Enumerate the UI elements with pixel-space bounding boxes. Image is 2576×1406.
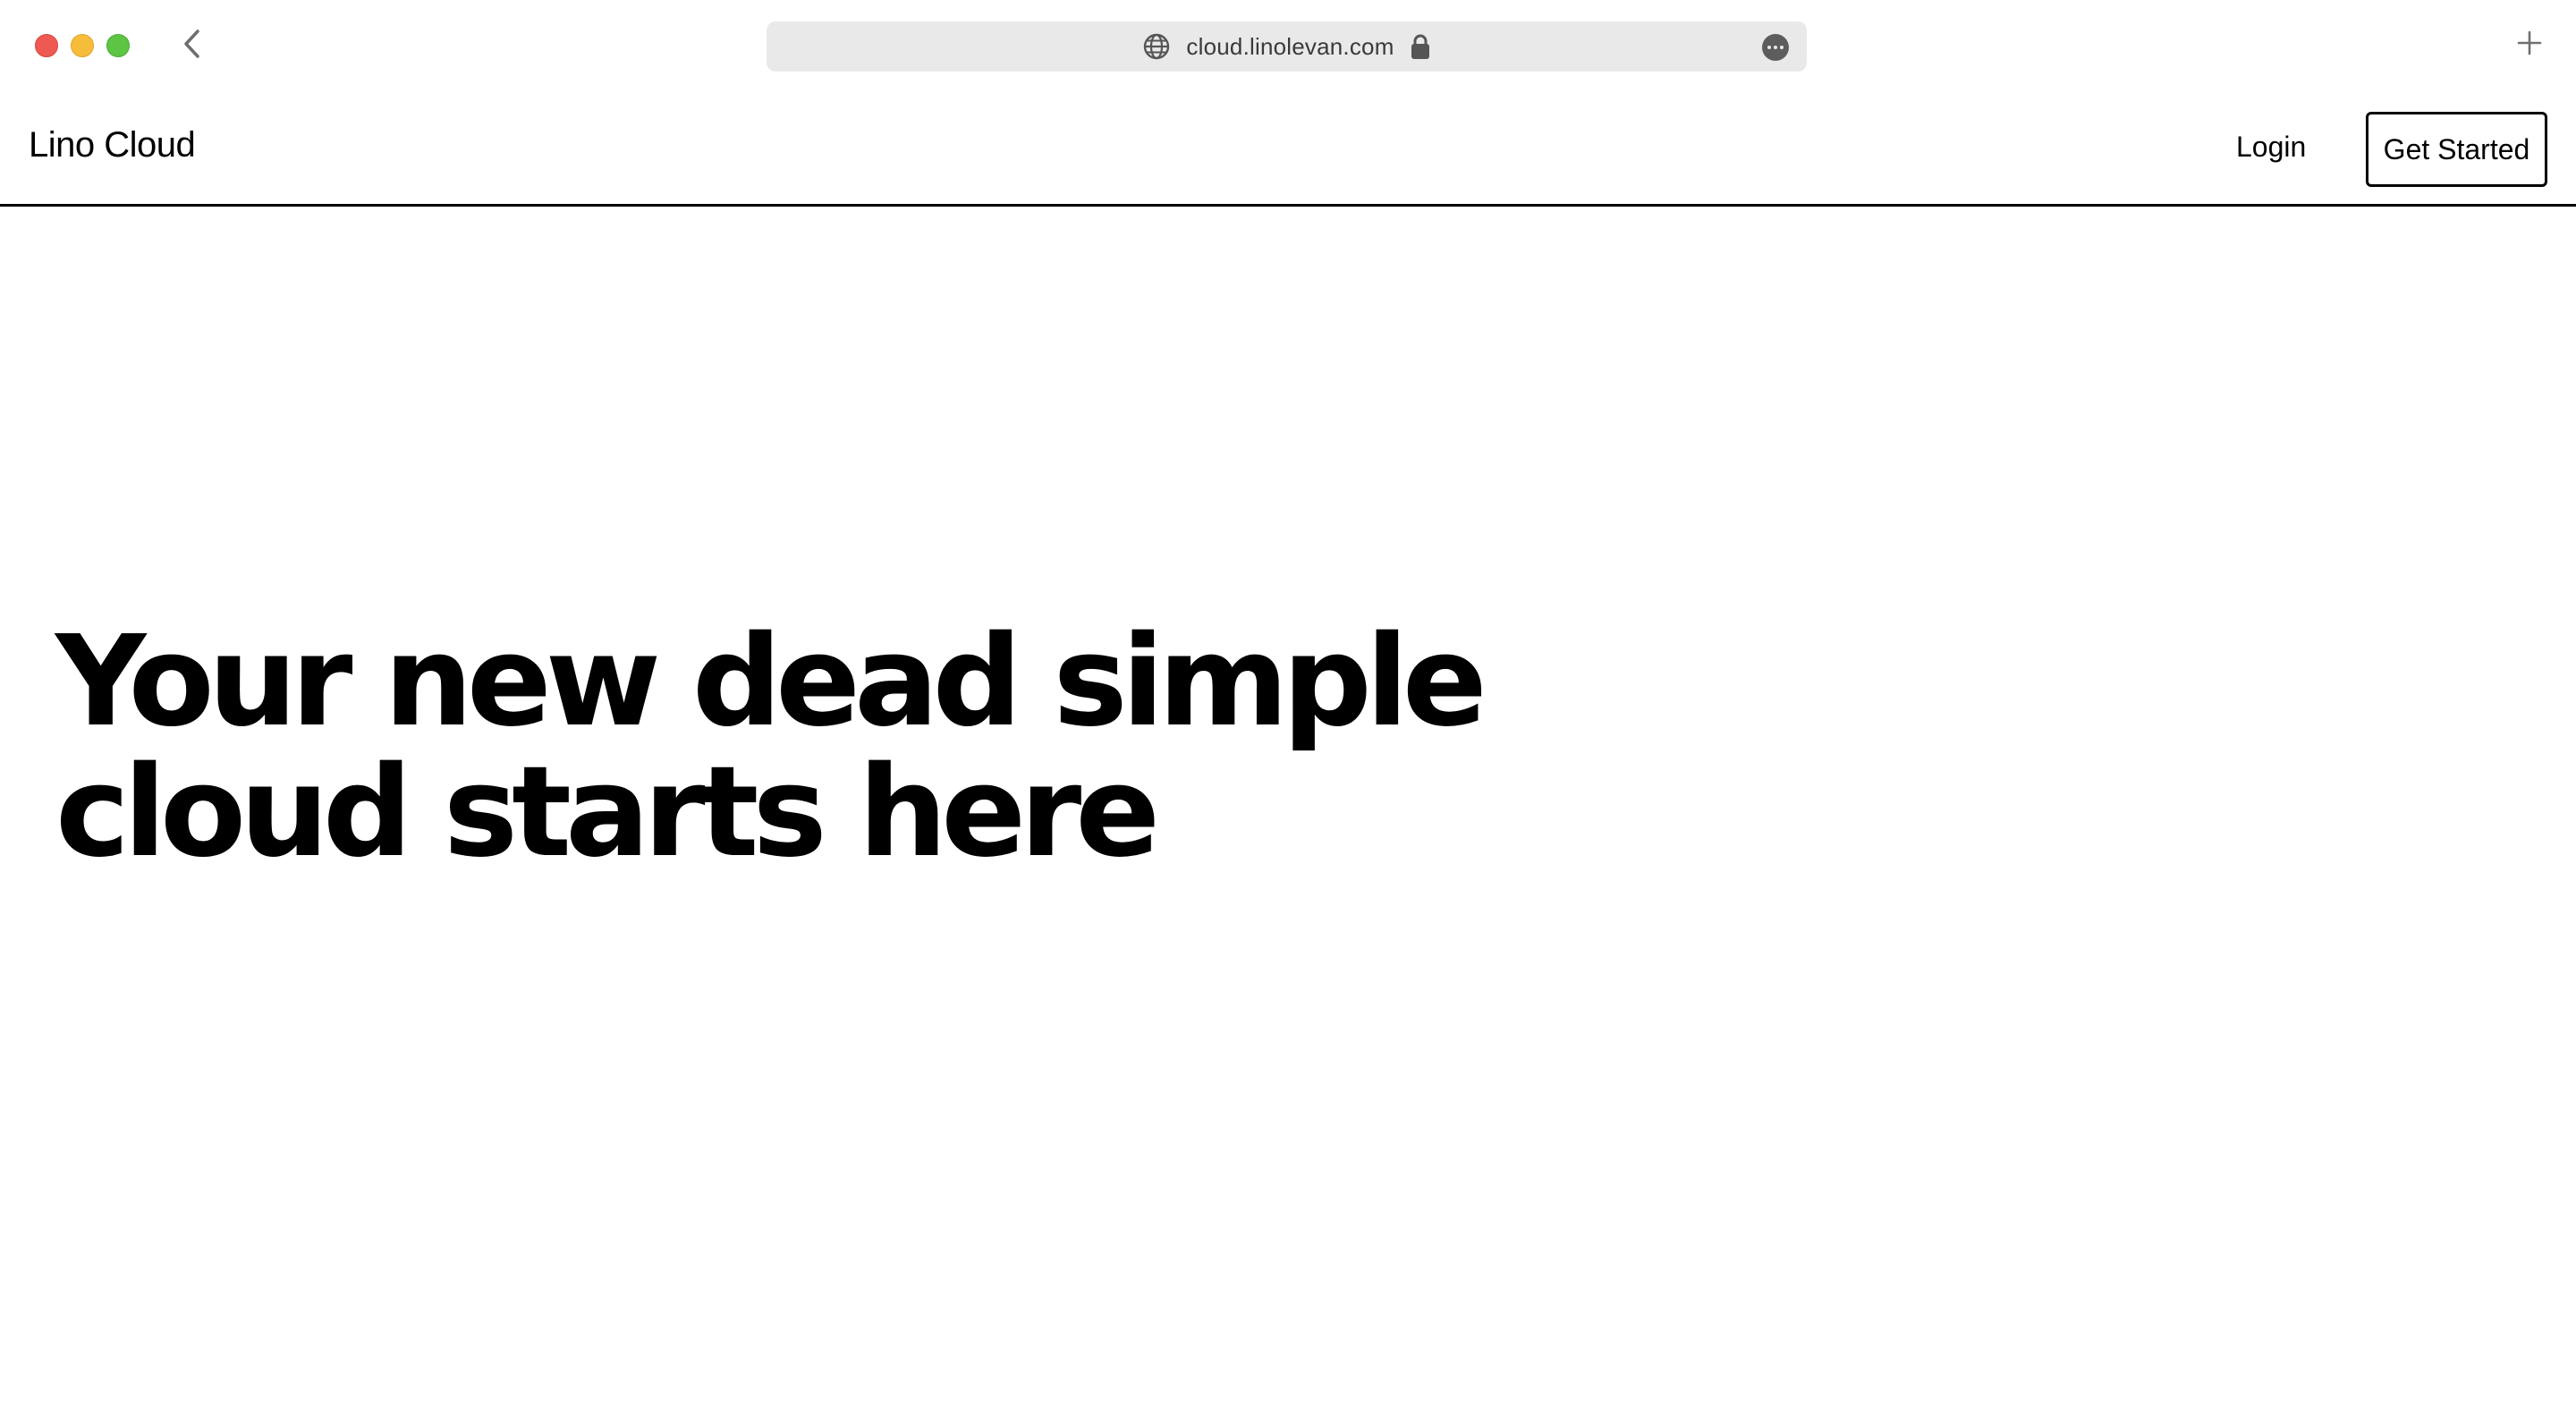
hero-title-line-1: Your new dead simple xyxy=(55,609,1487,755)
window-minimize-button[interactable] xyxy=(71,34,94,57)
browser-toolbar: cloud.linolevan.com xyxy=(0,0,2576,91)
hero-title: Your new dead simple cloud starts here xyxy=(55,617,1487,878)
plus-icon xyxy=(2516,30,2543,61)
login-link[interactable]: Login xyxy=(2236,131,2306,164)
window-zoom-button[interactable] xyxy=(106,34,130,57)
chevron-left-icon xyxy=(182,28,201,64)
site-header: Lino Cloud Login Get Started xyxy=(0,91,2576,207)
ellipsis-circle-icon[interactable] xyxy=(1762,34,1789,61)
globe-icon xyxy=(1141,31,1172,62)
back-button[interactable] xyxy=(175,27,208,64)
window-close-button[interactable] xyxy=(35,34,58,57)
get-started-button[interactable]: Get Started xyxy=(2366,112,2547,187)
hero-title-line-2: cloud starts here xyxy=(55,740,1160,885)
lock-icon xyxy=(1409,31,1432,62)
new-tab-button[interactable] xyxy=(2513,27,2546,63)
url-text: cloud.linolevan.com xyxy=(1186,32,1394,60)
site-logo[interactable]: Lino Cloud xyxy=(29,125,196,165)
address-bar[interactable]: cloud.linolevan.com xyxy=(767,21,1807,72)
